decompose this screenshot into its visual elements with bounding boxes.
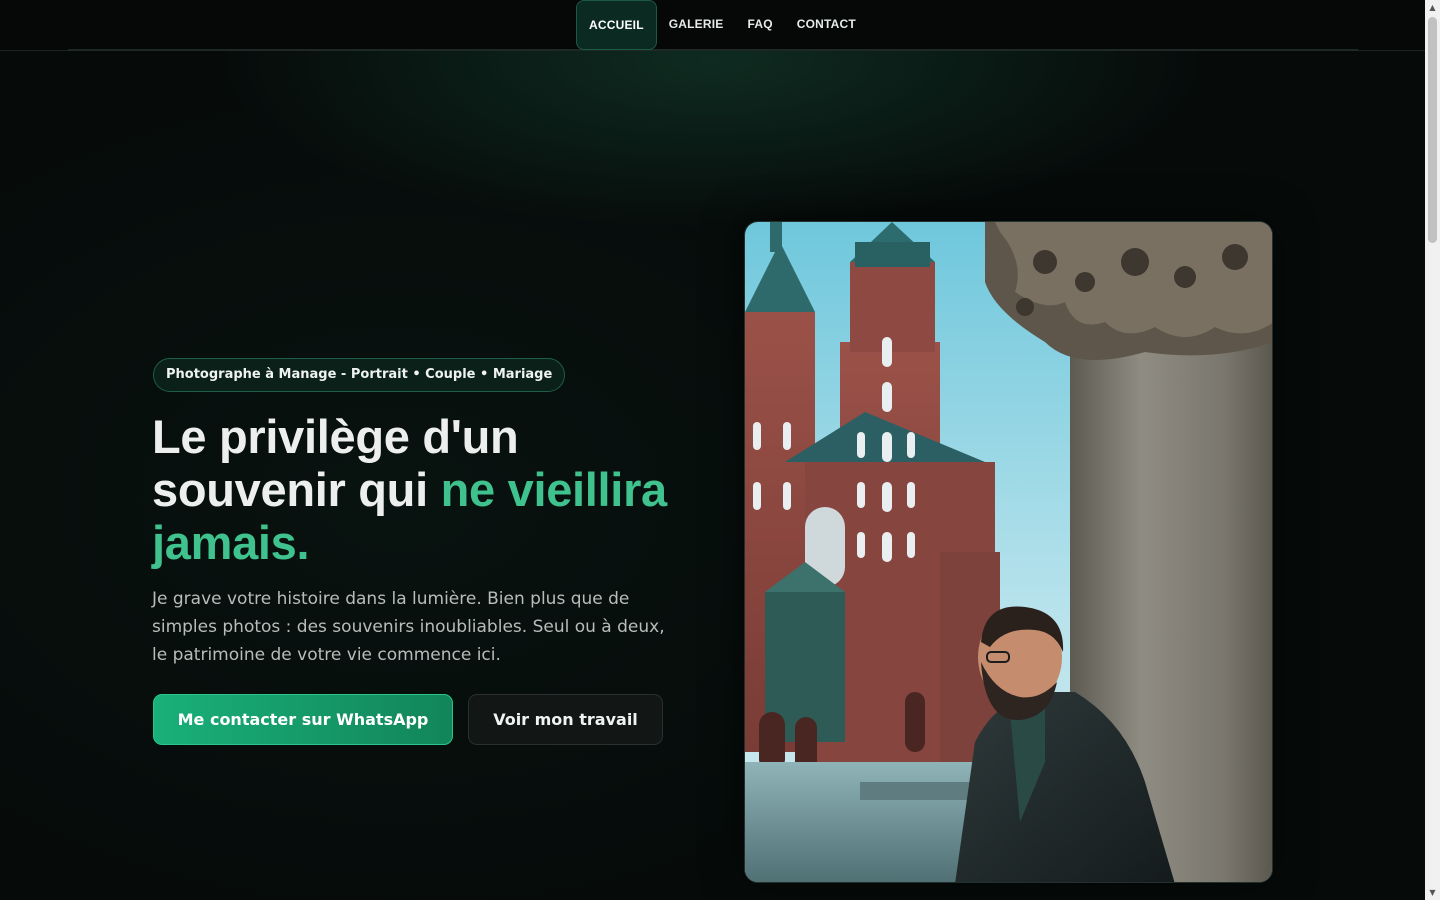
nav-item-galerie[interactable]: GALERIE — [657, 0, 736, 50]
nav-item-faq[interactable]: FAQ — [735, 0, 784, 50]
hero-title: Le privilège d'un souvenir qui ne vieill… — [152, 410, 712, 569]
triangle-up-icon[interactable]: ▲ — [1425, 0, 1440, 15]
triangle-down-icon[interactable]: ▼ — [1425, 885, 1440, 900]
page: ACCUEIL GALERIE FAQ CONTACT Photographe … — [0, 0, 1425, 900]
view-work-button[interactable]: Voir mon travail — [468, 694, 663, 745]
hero-photo-illustration — [745, 222, 1272, 882]
top-navigation-bar: ACCUEIL GALERIE FAQ CONTACT — [0, 0, 1425, 51]
nav-item-accueil[interactable]: ACCUEIL — [576, 0, 657, 50]
scrollbar[interactable]: ▲ ▼ — [1425, 0, 1440, 900]
main-nav: ACCUEIL GALERIE FAQ CONTACT — [576, 0, 868, 50]
whatsapp-contact-button[interactable]: Me contacter sur WhatsApp — [153, 694, 453, 745]
hero-badge: Photographe à Manage - Portrait • Couple… — [153, 358, 566, 392]
nav-item-contact[interactable]: CONTACT — [785, 0, 868, 50]
scrollbar-thumb[interactable] — [1428, 17, 1437, 243]
hero-lead: Je grave votre histoire dans la lumière.… — [152, 589, 665, 665]
hero-photo — [744, 221, 1273, 883]
